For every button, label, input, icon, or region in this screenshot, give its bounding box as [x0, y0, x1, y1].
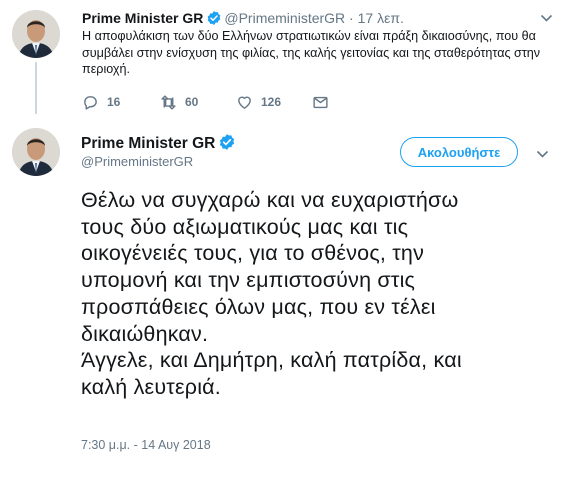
- like-button[interactable]: 126: [236, 94, 312, 111]
- avatar-photo-icon: [12, 10, 60, 58]
- direct-message-button[interactable]: [312, 94, 337, 111]
- parent-author-handle[interactable]: @PrimeministerGR: [224, 10, 345, 26]
- tweet-text-line: τους δύο αξιωματικούς μας και τις: [81, 214, 409, 239]
- tweet-timestamp[interactable]: 7:30 μ.μ. - 14 Αυγ 2018: [81, 438, 211, 452]
- main-author-handle[interactable]: @PrimeministerGR: [81, 154, 193, 170]
- main-author-name[interactable]: Prime Minister GR: [81, 133, 238, 153]
- reply-button[interactable]: 16: [82, 94, 160, 111]
- thread-connector-line: [35, 62, 37, 114]
- tweet-text-line: προσπάθειες όλων μας, που εν τέλει: [81, 294, 436, 319]
- header-separator: ·: [349, 10, 354, 26]
- main-tweet-text: Θέλω να συγχαρώ και να ευχαριστήσω τους …: [81, 187, 561, 401]
- retweet-icon: [161, 94, 176, 110]
- reply-icon: [84, 95, 97, 110]
- retweet-count: 60: [185, 95, 199, 109]
- main-tweet-menu[interactable]: [536, 148, 549, 162]
- follow-button[interactable]: Ακολουθήστε: [400, 137, 518, 167]
- like-count: 126: [261, 95, 282, 109]
- tweet-text-line: Θέλω να συγχαρώ και να ευχαριστήσω: [81, 188, 459, 212]
- avatar-photo-icon: [12, 128, 60, 176]
- parent-tweet-header: Prime Minister GR @PrimeministerGR · 17 λ…: [82, 9, 404, 27]
- verified-badge-icon: [220, 134, 235, 150]
- tweet-text-line: καλή λευτεριά.: [81, 374, 221, 399]
- main-author-name-text: Prime Minister GR: [81, 135, 216, 152]
- parent-author-avatar[interactable]: [12, 10, 60, 58]
- tweet-text-line: υπομονή και την εμπιστοσύνη στις: [81, 268, 416, 293]
- chevron-down-icon: [540, 14, 553, 22]
- parent-tweet-text: Η αποφυλάκιση των δύο Ελλήνων στρατιωτικ…: [82, 29, 541, 76]
- parent-tweet-actions: 16 60 126: [82, 92, 337, 112]
- parent-tweet-time[interactable]: 17 λεπ.: [358, 10, 404, 26]
- main-author-avatar[interactable]: [12, 128, 60, 176]
- parent-author-name[interactable]: Prime Minister GR: [82, 10, 203, 26]
- tweet-text-line: Άγγελε, και Δημήτρη, καλή πατρίδα, και: [81, 348, 462, 373]
- verified-badge-icon: [208, 11, 221, 25]
- envelope-icon: [313, 96, 328, 108]
- tweet-text-line: οικογένειές τους, για το σθένος, την: [81, 241, 425, 266]
- chevron-down-icon: [536, 150, 549, 158]
- tweet-text-line: δικαιώθηκαν.: [81, 321, 209, 346]
- reply-count: 16: [107, 95, 121, 109]
- parent-tweet-menu[interactable]: [540, 12, 553, 26]
- heart-icon: [238, 96, 251, 109]
- retweet-button[interactable]: 60: [160, 94, 236, 111]
